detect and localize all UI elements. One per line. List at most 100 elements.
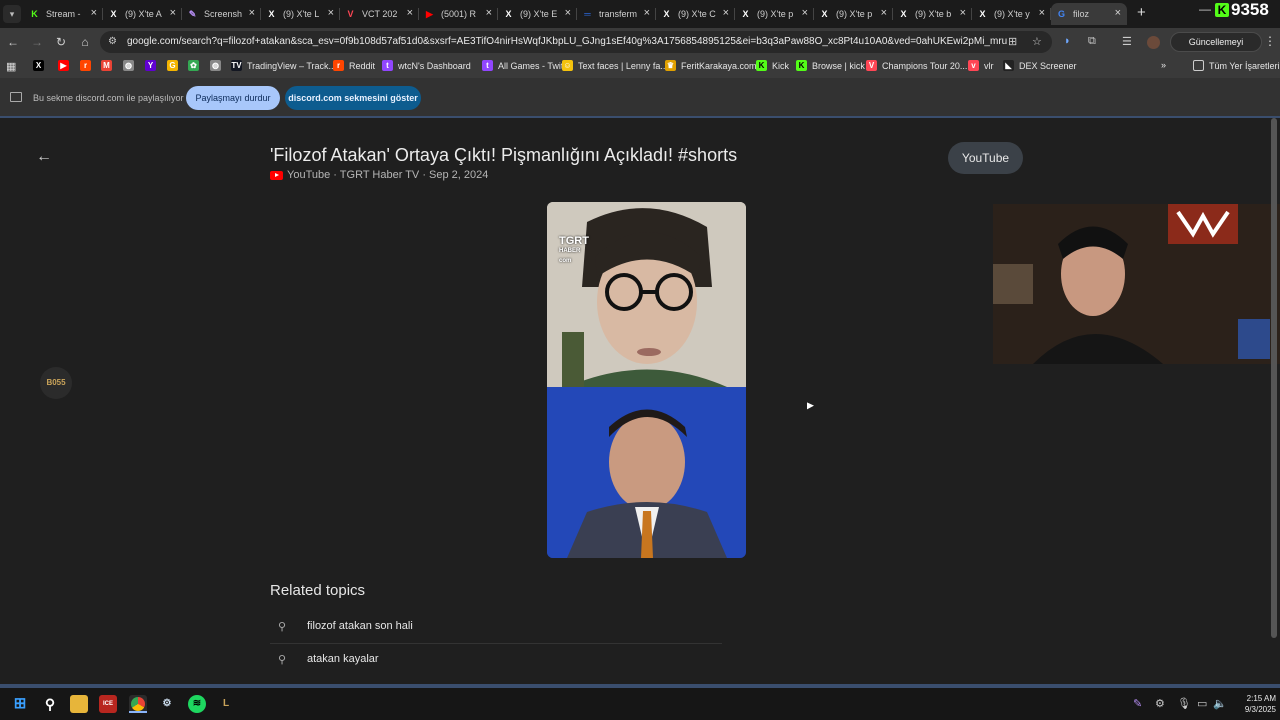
tab[interactable]: Gfiloz × [1051,3,1127,25]
file-explorer-icon[interactable] [70,695,88,713]
bookmark-item[interactable]: r [80,60,96,71]
close-icon[interactable]: × [1039,7,1045,19]
league-icon[interactable]: L [217,695,235,713]
stop-sharing-button[interactable]: Paylaşmayı durdur [186,86,280,110]
tab-search-button[interactable]: ▾ [3,5,21,23]
close-icon[interactable]: × [328,7,334,19]
tab-title: filoz [1073,9,1090,19]
new-tab-button[interactable]: + [1137,4,1146,21]
tab[interactable]: X (9) X'te b × [893,3,972,25]
tab[interactable]: X (9) X'te y × [972,3,1051,25]
chrome-icon[interactable] [129,695,147,713]
system-clock[interactable]: 2:15 AM 9/3/2025 [1228,693,1276,715]
bookmark-item[interactable]: M [101,60,117,71]
reading-list-icon[interactable]: ☰ [1122,35,1132,48]
volume-icon[interactable]: 🔈 [1213,697,1227,710]
bookmark-item[interactable]: Y [145,60,161,71]
result-meta: YouTube · TGRT Haber TV · Sep 2, 2024 [270,169,488,181]
bookmarks-overflow-icon[interactable]: » [1161,60,1166,70]
tab[interactable]: ▶ (5001) R × [419,3,498,25]
update-button[interactable]: Güncellemeyi tamamla [1170,32,1262,65]
bookmark-item[interactable]: V Champions Tour 20... [866,60,967,71]
bookmark-star-icon[interactable]: ☆ [1032,35,1042,48]
back-arrow-icon[interactable]: ← [36,148,52,166]
tab[interactable]: ✎ Screensh × [182,3,261,25]
spotify-icon[interactable]: ≋ [188,695,206,713]
forward-icon[interactable]: → [29,34,45,50]
tab[interactable]: K Stream - × [24,3,103,25]
result-title[interactable]: 'Filozof Atakan' Ortaya Çıktı! Pişmanlığ… [270,145,737,166]
video-player[interactable]: TGRT HABER com [547,202,746,558]
bookmark-item[interactable]: ◍ [123,60,139,71]
home-icon[interactable]: ⌂ [77,34,93,50]
crown-logo-icon[interactable]: B055 [40,367,72,399]
tab[interactable]: X (9) X'te p × [814,3,893,25]
clock-time: 2:15 AM [1246,694,1276,703]
translate-icon[interactable]: ⊞ [1008,35,1017,48]
related-topic-item[interactable]: ⚲ filozof atakan son hali [270,611,722,644]
tab[interactable]: V VCT 202 × [340,3,419,25]
bookmark-item[interactable]: r Reddit [333,60,375,71]
twitch-icon: t [482,60,493,71]
back-icon[interactable]: ← [5,34,21,50]
tab[interactable]: ═ transferm × [577,3,656,25]
minimize-button[interactable]: — [1199,2,1211,16]
bookmark-item[interactable]: X [33,60,49,71]
all-bookmarks-folder[interactable]: Tüm Yer İşaretleri [1193,60,1280,71]
extensions-puzzle-icon[interactable]: ⧉ [1088,35,1096,48]
bookmark-item[interactable]: K Browse | kick [796,60,865,71]
reload-icon[interactable]: ↻ [53,34,69,50]
globe-icon: ◍ [210,60,221,71]
page-scrollbar[interactable] [1271,118,1277,638]
bookmark-item[interactable]: ♛ FeritKarakaya.com [665,60,757,71]
bookmark-item[interactable]: TV TradingView – Track... [231,60,336,71]
show-discord-tab-button[interactable]: discord.com sekmesini göster [285,86,421,110]
app-icon[interactable]: ICE [99,695,117,713]
search-icon[interactable]: ⚲ [41,695,59,713]
microphone-icon[interactable]: 🎙 [1177,697,1191,710]
close-icon[interactable]: × [723,7,729,19]
close-icon[interactable]: × [486,7,492,19]
extension-icon[interactable]: ◗ [1064,35,1071,47]
bookmark-item[interactable]: K Kick [756,60,789,71]
menu-icon[interactable]: ⋮ [1264,34,1276,48]
bookmark-item[interactable]: v vlr [968,60,994,71]
bookmark-item[interactable]: ◍ [210,60,226,71]
close-icon[interactable]: × [644,7,650,19]
apps-icon[interactable]: ▦ [6,60,16,73]
close-icon[interactable]: × [565,7,571,19]
related-topic-item[interactable]: ⚲ atakan kayalar [270,644,722,677]
close-icon[interactable]: × [249,7,255,19]
site-info-icon[interactable]: ⚙ [108,36,120,48]
bookmark-item[interactable]: t All Games - Twitch [482,60,573,71]
close-icon[interactable]: × [91,7,97,19]
tab[interactable]: X (9) X'te L × [261,3,340,25]
tab[interactable]: X (9) X'te E × [498,3,577,25]
steam-icon[interactable]: ⚙ [158,695,176,713]
close-icon[interactable]: × [407,7,413,19]
close-icon[interactable]: × [881,7,887,19]
bookmark-item[interactable]: G [167,60,183,71]
bookmark-item[interactable]: ✿ [188,60,204,71]
address-bar[interactable]: ⚙ google.com/search?q=filozof+atakan&sca… [100,31,1052,53]
profile-avatar[interactable] [1147,36,1160,49]
close-icon[interactable]: × [802,7,808,19]
bookmark-item[interactable]: ◣ DEX Screener [1003,60,1077,71]
url-text[interactable]: google.com/search?q=filozof+atakan&sca_e… [127,36,1007,47]
close-icon[interactable]: × [960,7,966,19]
tab[interactable]: X (9) X'te A × [103,3,182,25]
bookmark-item[interactable]: ▶ [58,60,74,71]
windows-start-icon[interactable]: ⊞ [11,695,29,713]
bookmark-label: TradingView – Track... [247,60,337,71]
close-icon[interactable]: × [1115,7,1121,19]
kick-icon: K [31,9,38,19]
bookmark-item[interactable]: ☺ Text faces | Lenny fa... [562,60,668,71]
pen-tray-icon[interactable]: ✎ [1133,697,1142,710]
steam-tray-icon[interactable]: ⚙ [1155,697,1165,710]
tab[interactable]: X (9) X'te p × [735,3,814,25]
open-youtube-button[interactable]: YouTube [948,142,1023,174]
network-icon[interactable]: ▭ [1197,697,1207,710]
close-icon[interactable]: × [170,7,176,19]
bookmark-item[interactable]: t wtcN's Dashboard [382,60,471,71]
tab[interactable]: X (9) X'te C × [656,3,735,25]
